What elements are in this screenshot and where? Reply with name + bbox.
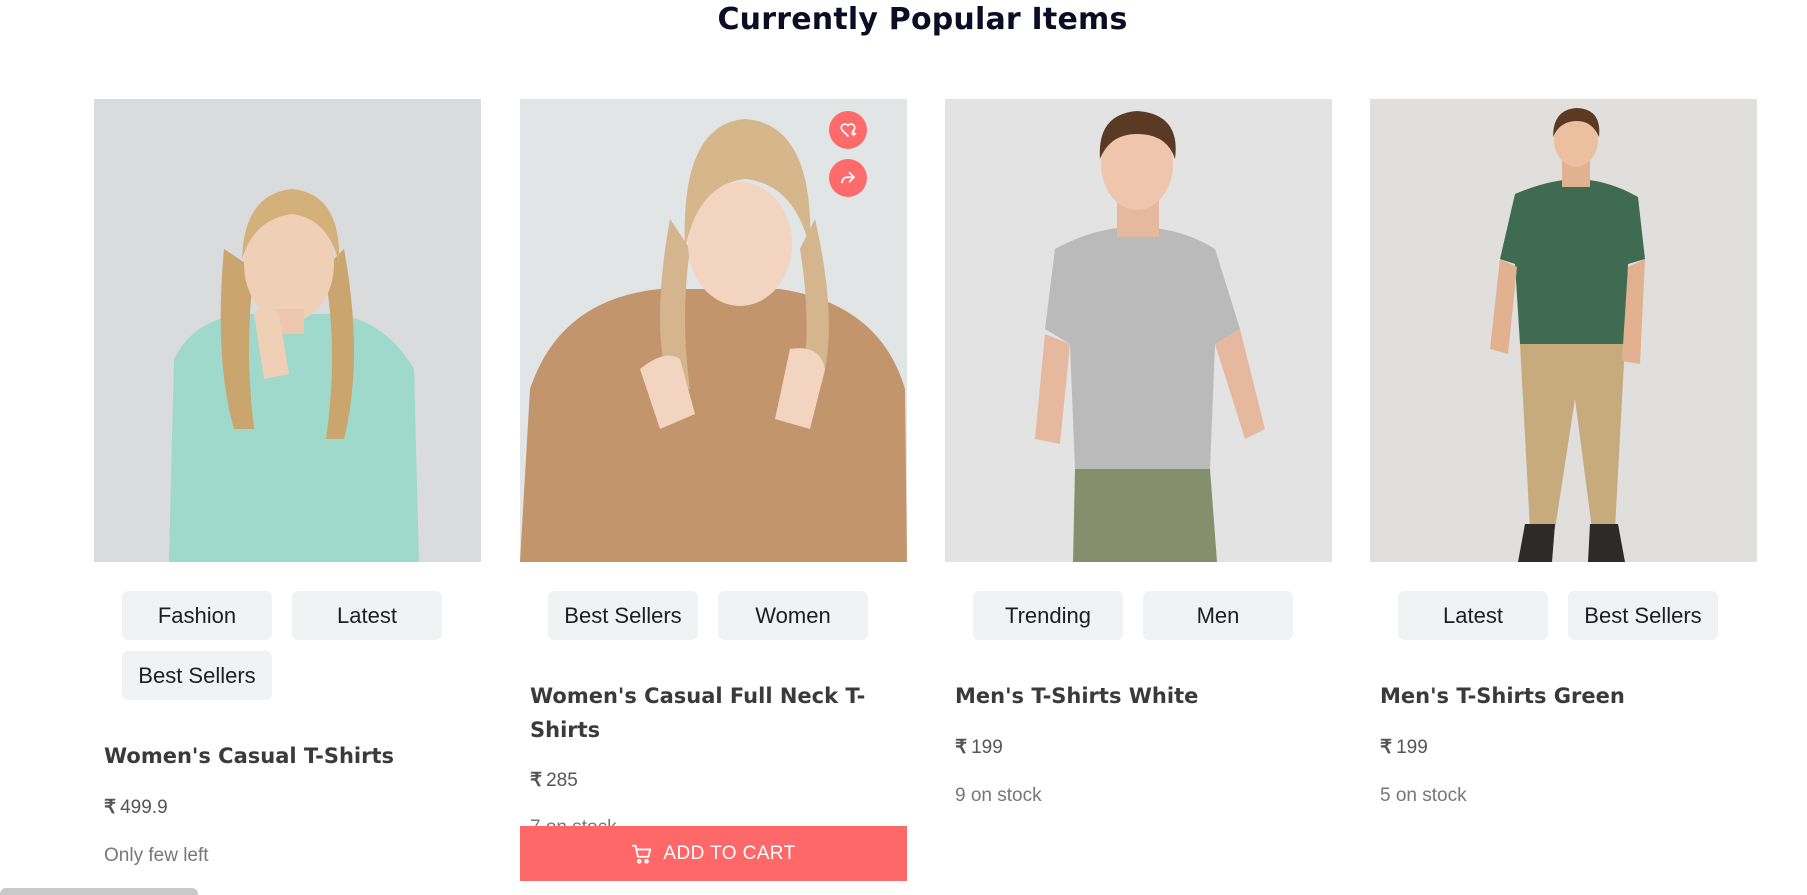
add-to-cart-label: ADD TO CART (663, 842, 796, 864)
price-value: 199 (1396, 737, 1428, 758)
product-price: ₹199 (1380, 736, 1428, 759)
product-title[interactable]: Women's Casual Full Neck T-Shirts (530, 679, 870, 747)
tag-best-sellers[interactable]: Best Sellers (122, 651, 272, 700)
product-card[interactable]: Latest Best Sellers Men's T-Shirts Green… (1370, 99, 1757, 889)
heart-plus-icon (839, 121, 857, 139)
product-title[interactable]: Men's T-Shirts White (955, 679, 1295, 713)
stock-status: 9 on stock (955, 785, 1042, 806)
product-price: ₹285 (530, 769, 578, 792)
price-value: 199 (971, 737, 1003, 758)
product-title[interactable]: Women's Casual T-Shirts (104, 739, 444, 773)
tag-fashion[interactable]: Fashion (122, 591, 272, 640)
add-to-cart-button[interactable]: ADD TO CART (520, 826, 907, 881)
rupee-icon: ₹ (104, 797, 117, 818)
product-card[interactable]: Fashion Latest Best Sellers Women's Casu… (94, 99, 481, 889)
product-title[interactable]: Men's T-Shirts Green (1380, 679, 1720, 713)
rupee-icon: ₹ (1380, 737, 1393, 758)
tag-men[interactable]: Men (1143, 591, 1293, 640)
tag-best-sellers[interactable]: Best Sellers (1568, 591, 1718, 640)
tag-women[interactable]: Women (718, 591, 868, 640)
section-title: Currently Popular Items (717, 2, 1128, 37)
tag-best-sellers[interactable]: Best Sellers (548, 591, 698, 640)
stock-status: 5 on stock (1380, 785, 1467, 806)
rupee-icon: ₹ (530, 770, 543, 791)
wishlist-button[interactable] (829, 111, 867, 149)
rupee-icon: ₹ (955, 737, 968, 758)
product-price: ₹199 (955, 736, 1003, 759)
product-image[interactable] (94, 99, 481, 562)
product-price: ₹499.9 (104, 796, 168, 819)
product-image[interactable] (1370, 99, 1757, 562)
horizontal-scrollbar[interactable] (0, 888, 198, 895)
product-card[interactable]: Best Sellers Women Women's Casual Full N… (520, 99, 907, 889)
price-value: 285 (546, 770, 578, 791)
price-value: 499.9 (120, 797, 168, 818)
cart-icon (631, 843, 653, 865)
stock-status: Only few left (104, 845, 209, 866)
product-card[interactable]: Trending Men Men's T-Shirts White ₹199 9… (945, 99, 1332, 889)
product-image[interactable] (945, 99, 1332, 562)
tag-trending[interactable]: Trending (973, 591, 1123, 640)
share-button[interactable] (829, 159, 867, 197)
share-icon (839, 169, 857, 187)
tag-latest[interactable]: Latest (292, 591, 442, 640)
tag-latest[interactable]: Latest (1398, 591, 1548, 640)
